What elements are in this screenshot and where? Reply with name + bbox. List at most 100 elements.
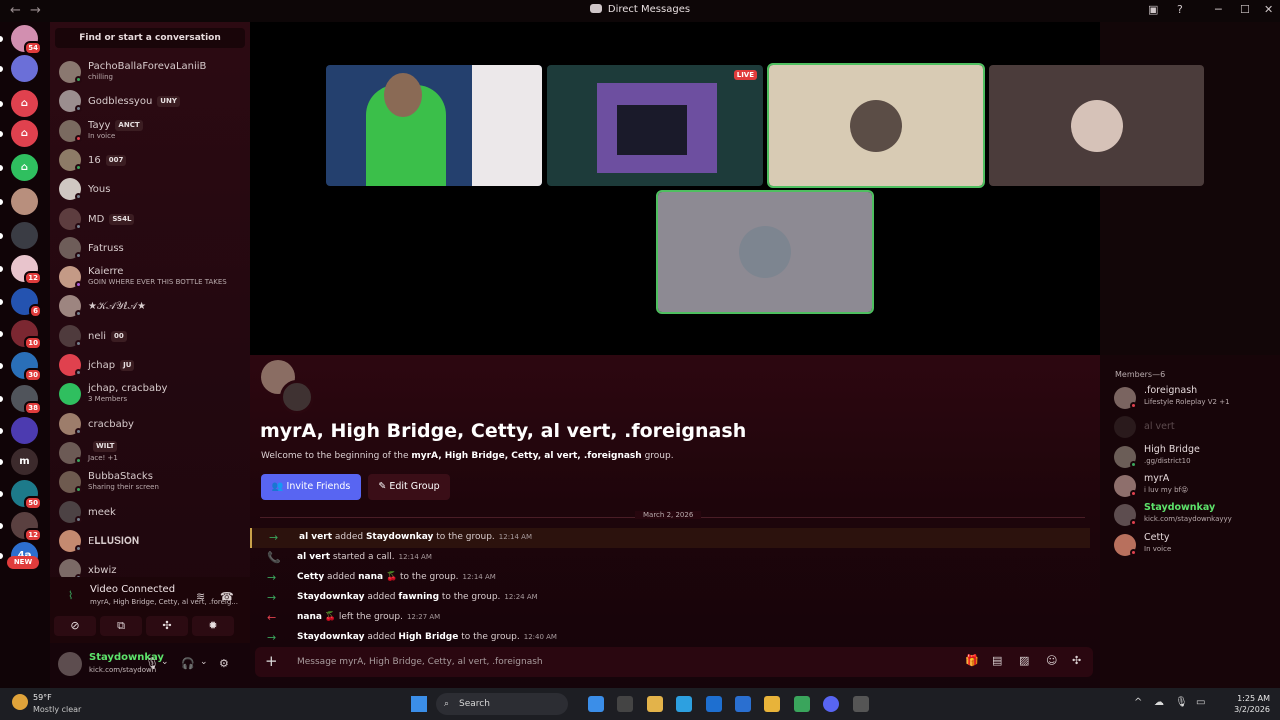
cloud-icon[interactable]: ☁	[1154, 697, 1164, 708]
dm-item[interactable]: ★𝒦𝒜𝒴ℓ𝒜★	[56, 293, 250, 321]
inbox-icon[interactable]: ▣	[1148, 3, 1158, 16]
soundboard-button[interactable]: ✹	[192, 616, 234, 636]
taskbar-app-icon[interactable]	[588, 696, 604, 712]
taskbar-app-icon[interactable]	[793, 696, 810, 712]
message-actor[interactable]: Cetty	[297, 572, 324, 582]
invite-friends-button[interactable]: 👥 Invite Friends	[261, 474, 361, 500]
taskbar-app-icon[interactable]	[735, 696, 751, 712]
user-avatar[interactable]	[58, 652, 82, 676]
dm-item[interactable]: BubbaStacks Sharing their screen	[56, 469, 250, 497]
member-item[interactable]: High Bridge .gg/district10	[1114, 444, 1280, 470]
dm-item[interactable]: Fatruss	[56, 235, 250, 263]
sticker-icon[interactable]: ▨	[1019, 654, 1029, 667]
taskbar-app-icon[interactable]	[705, 696, 722, 712]
taskbar-app-icon[interactable]	[676, 696, 693, 712]
taskbar-app-icon[interactable]	[852, 696, 869, 712]
server-icon[interactable]: 38	[11, 385, 42, 415]
server-icon[interactable]: 54	[11, 25, 42, 55]
server-icon[interactable]	[11, 222, 38, 249]
help-icon[interactable]: ?	[1177, 3, 1183, 16]
start-icon[interactable]	[411, 696, 427, 712]
taskbar-app-icon[interactable]	[823, 696, 840, 712]
gif-icon[interactable]: ▤	[992, 654, 1002, 667]
video-tile[interactable]	[767, 63, 985, 188]
edit-group-button[interactable]: ✎ Edit Group	[368, 474, 450, 500]
server-icon[interactable]: 50	[11, 480, 42, 510]
message-target[interactable]: nana	[358, 572, 383, 582]
taskbar-app-icon[interactable]	[617, 696, 634, 712]
emoji-icon[interactable]: ☺	[1046, 654, 1057, 667]
server-icon[interactable]: ⌂	[11, 120, 38, 147]
apps-icon[interactable]: ✣	[1072, 654, 1081, 667]
video-tile[interactable]	[656, 190, 874, 314]
weather-condition[interactable]: Mostly clear	[33, 705, 81, 714]
dm-item[interactable]: jchap, cracbaby 3 Members	[56, 381, 250, 409]
headset-chevron-icon[interactable]: ⌄	[200, 657, 208, 667]
weather-icon[interactable]	[12, 694, 28, 710]
maximize-icon[interactable]: ☐	[1240, 3, 1250, 16]
microphone-tray-icon[interactable]: 🎙	[1175, 697, 1188, 708]
message-actor[interactable]: nana	[297, 612, 322, 622]
member-item[interactable]: Staydownkay kick.com/staydownkayyy	[1114, 502, 1280, 528]
dm-item[interactable]: neli 00	[56, 323, 250, 351]
dm-item[interactable]: meek	[56, 499, 250, 527]
headset-icon[interactable]: 🎧	[181, 657, 195, 670]
member-item[interactable]: myrA i luv my bf😝	[1114, 473, 1280, 499]
dm-item[interactable]: PachoBallaForevaLaniiB chilling	[56, 59, 250, 87]
mic-chevron-icon[interactable]: ⌄	[161, 657, 169, 667]
server-icon[interactable]: m	[11, 448, 38, 475]
microphone-icon[interactable]: 🎙	[145, 657, 159, 670]
plus-icon[interactable]: +	[265, 652, 278, 670]
dm-item[interactable]: cracbaby	[56, 411, 250, 439]
server-icon[interactable]	[11, 417, 38, 444]
clock[interactable]: 1:25 AM 3/2/2026	[1220, 693, 1270, 715]
server-icon[interactable]: 12	[11, 512, 42, 542]
dm-item[interactable]: WILT Jace! +1	[56, 440, 250, 468]
dm-item[interactable]: Kaierre GOIN WHERE EVER THIS BOTTLE TAKES	[56, 264, 250, 292]
dm-item[interactable]: MD SS4L	[56, 206, 250, 234]
message-input[interactable]	[297, 647, 897, 677]
video-tile[interactable]	[989, 65, 1204, 186]
share-screen-button[interactable]: ⧉	[100, 616, 142, 636]
message-actor[interactable]: al vert	[299, 532, 332, 542]
message-target[interactable]: Staydownkay	[366, 532, 433, 542]
settings-icon[interactable]: ⚙	[219, 657, 229, 670]
dm-item[interactable]: Yous	[56, 176, 250, 204]
member-item[interactable]: al vert	[1114, 414, 1280, 440]
dm-search-button[interactable]: Find or start a conversation	[55, 28, 245, 48]
dm-item[interactable]: Tayy ANCT In voice	[56, 118, 250, 146]
member-item[interactable]: Cetty In voice	[1114, 532, 1280, 558]
message-actor[interactable]: Staydownkay	[297, 592, 364, 602]
dm-item[interactable]: jchap JU	[56, 352, 250, 380]
disconnect-icon[interactable]: ☎	[220, 590, 234, 603]
dm-item[interactable]: E𝐋𝐋𝐔𝐒𝐈𝐎𝐍	[56, 528, 250, 556]
taskbar-app-icon[interactable]	[764, 696, 781, 712]
signal-icon[interactable]: ⌇	[68, 589, 73, 602]
message-actor[interactable]: Staydownkay	[297, 632, 364, 642]
server-icon[interactable]: ⌂	[11, 154, 38, 181]
camera-toggle-button[interactable]: ⊘	[54, 616, 96, 636]
taskbar-search[interactable]: ⌕ Search	[436, 693, 568, 715]
dm-item[interactable]: Godblessyou UNY	[56, 88, 250, 116]
new-badge[interactable]: NEW	[7, 556, 39, 569]
message-target[interactable]: fawning	[398, 592, 439, 602]
taskbar-app-icon[interactable]	[646, 696, 663, 712]
server-icon[interactable]: 10	[11, 320, 42, 350]
waveform-icon[interactable]: ≋	[196, 590, 205, 603]
network-icon[interactable]: ▭	[1196, 697, 1205, 708]
dm-item[interactable]: 16 007	[56, 147, 250, 175]
message-actor[interactable]: al vert	[297, 552, 330, 562]
video-tile[interactable]	[326, 65, 542, 186]
tray-overflow-icon[interactable]: ^	[1134, 697, 1142, 708]
server-icon[interactable]	[11, 55, 38, 82]
close-icon[interactable]: ✕	[1264, 3, 1273, 16]
server-icon[interactable]: 12	[11, 255, 42, 285]
voice-channel-name[interactable]: myrA, High Bridge, Cetty, al vert, .fore…	[90, 598, 238, 606]
member-item[interactable]: .foreignash Lifestyle Roleplay V2 +1	[1114, 385, 1280, 411]
weather-temp[interactable]: 59°F	[33, 693, 52, 702]
message-target[interactable]: High Bridge	[398, 632, 458, 642]
activities-button[interactable]: ✣	[146, 616, 188, 636]
server-icon[interactable]: ⌂	[11, 90, 38, 117]
server-icon[interactable]: 30	[11, 352, 42, 382]
server-icon[interactable]	[11, 188, 38, 215]
